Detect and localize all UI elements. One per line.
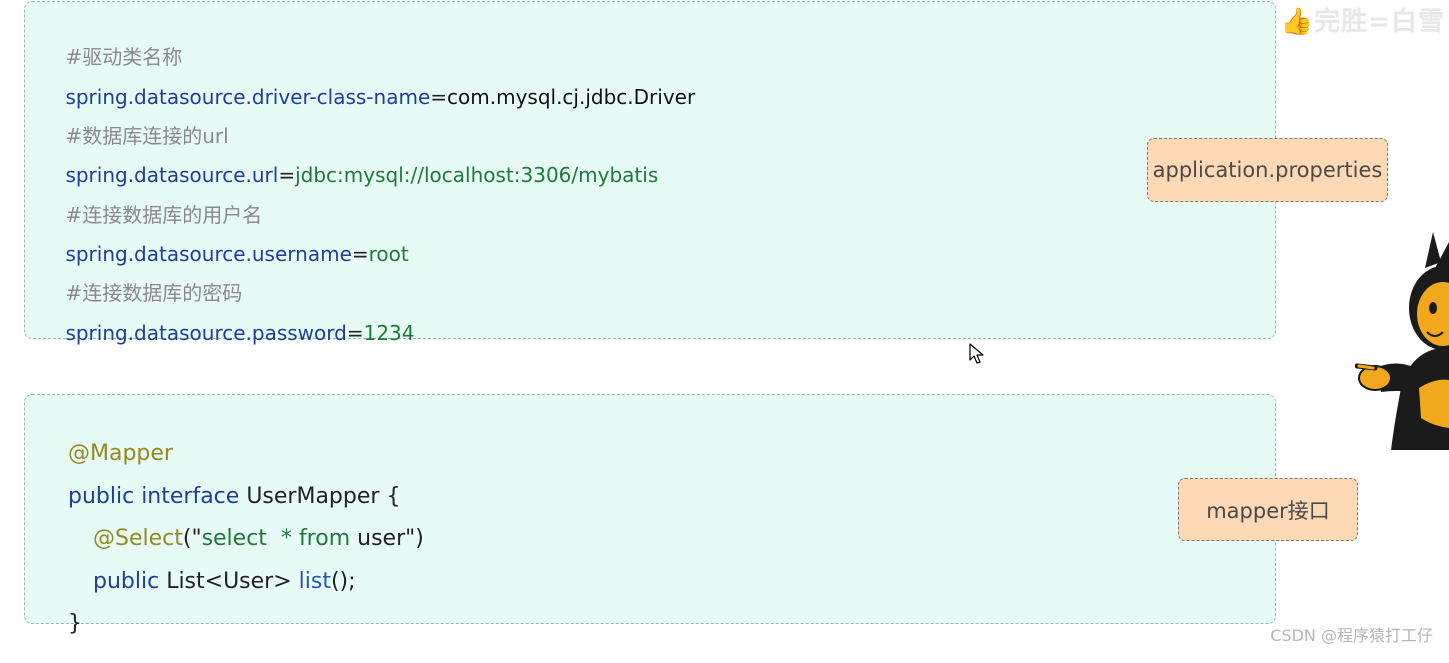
- watermark-text: 完胜=白雪: [1314, 7, 1445, 37]
- equals-sign: =: [430, 85, 448, 109]
- property-value: root: [368, 242, 409, 266]
- property-key: spring.datasource.password: [65, 321, 347, 345]
- method-end: ();: [330, 569, 356, 594]
- mapper-code-block: @Mapper public interface UserMapper { @S…: [24, 394, 1276, 636]
- thumbs-up-icon: 👍: [1280, 7, 1315, 37]
- equals-sign: =: [351, 242, 369, 266]
- page: { "properties_box": { "line1": {"comment…: [0, 0, 1449, 651]
- return-type: List<User>: [166, 569, 292, 594]
- property-value: com.mysql.cj.jdbc.Driver: [447, 85, 696, 109]
- property-value: 1234: [363, 321, 415, 345]
- top-watermark: 👍完胜=白雪: [1281, 1, 1445, 38]
- csdn-watermark: CSDN @程序猿打工仔: [1270, 626, 1433, 645]
- close-quote-paren: "): [405, 526, 424, 551]
- equals-sign: =: [346, 321, 364, 345]
- sql-table-name: user: [357, 526, 406, 551]
- property-value: jdbc:mysql://localhost:3306/mybatis: [295, 163, 659, 187]
- method-declaration-line: public List<User> list();: [65, 543, 356, 621]
- mapper-interface-tag: mapper接口: [1178, 478, 1358, 541]
- properties-code-block: #驱动类名称 spring.datasource.driver-class-na…: [24, 1, 1276, 345]
- method-name: list: [298, 569, 331, 594]
- pointing-mascot-illustration: [1355, 232, 1449, 450]
- keyword-public: public: [92, 569, 160, 594]
- closing-brace-line: }: [40, 585, 82, 663]
- equals-sign: =: [278, 163, 296, 187]
- close-brace: }: [67, 611, 82, 636]
- application-properties-tag: application.properties: [1147, 138, 1388, 202]
- password-property-line: spring.datasource.password=1234: [40, 294, 415, 372]
- mouse-pointer-icon: [969, 343, 984, 364]
